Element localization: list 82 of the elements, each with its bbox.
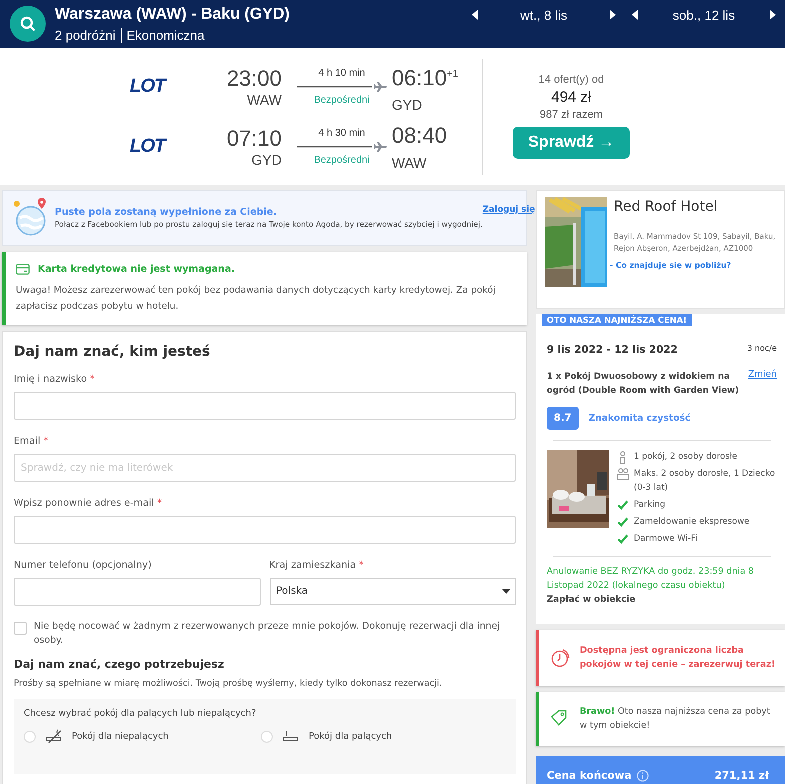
option-label: Pokój dla niepalących	[72, 732, 169, 742]
phone-field[interactable]	[14, 578, 260, 606]
total-label: Cena końcowa	[547, 770, 632, 782]
banner-title: Puste pola zostaną wypełnione za Ciebie.	[55, 207, 278, 218]
field-label: Wpisz ponownie adres e-mail *	[14, 498, 164, 509]
flight-duration: 4 h 30 min	[318, 128, 366, 140]
stay-dates: 9 lis 2022 - 12 lis 2022	[547, 344, 678, 356]
airport-code: WAW	[247, 92, 282, 108]
checkbox[interactable]	[14, 622, 27, 635]
travellers-label: 2 podróżni	[55, 28, 122, 42]
info-icon	[636, 770, 649, 782]
airport-code: GYD	[392, 97, 422, 114]
stops-label: Bezpośredni	[314, 95, 370, 106]
change-link[interactable]: Zmień	[748, 370, 777, 398]
search-icon[interactable]	[10, 6, 46, 42]
route-line-icon	[297, 81, 387, 94]
cancellation-text: Anulowanie BEZ RYZYKA do godz. 23:59 dnia 8 Listopad 2022 (lokalnego czasu obiektu)	[547, 566, 756, 593]
feature-text: Parking	[634, 499, 666, 512]
check-icon	[617, 499, 629, 512]
airline-logo: LOT	[130, 136, 168, 158]
caret-left-icon[interactable]	[471, 10, 479, 20]
date-label[interactable]: sob., 12 lis	[639, 8, 769, 22]
section-heading: Daj nam znać, czego potrzebujesz	[14, 658, 226, 671]
option-label: Pokój dla palących	[309, 732, 392, 742]
total-price: 987 zł razem	[540, 109, 603, 121]
feature-text: 1 pokój, 2 osoby dorosłe	[634, 451, 738, 464]
lowest-price-badge: OTO NASZA NAJNIŻSZA CENA!	[542, 314, 692, 326]
dropdown-caret-icon	[502, 589, 511, 594]
departure-time: 07:10	[226, 126, 282, 152]
login-link[interactable]: Zaloguj się	[482, 205, 536, 215]
check-icon	[617, 516, 629, 529]
radio-button[interactable]	[24, 730, 36, 742]
check-button[interactable]: Sprawdź →	[513, 127, 630, 159]
card-icon	[16, 264, 30, 275]
cabin-label: Ekonomiczna	[126, 28, 205, 42]
room-name: 1 x Pokój Dwuosobowy z widokiem na ogród (Double Room with Garden View)	[547, 371, 740, 398]
airline-logo: LOT	[130, 76, 168, 98]
airport-code: WAW	[392, 155, 427, 172]
check-icon	[617, 533, 629, 546]
feature-text: Zameldowanie ekspresowe	[634, 516, 750, 529]
form-heading: Daj nam znać, kim jesteś	[14, 344, 212, 360]
field-label: Numer telefonu (opcjonalny)	[14, 560, 153, 571]
radio-button[interactable]	[261, 730, 273, 742]
field-label: Email *	[14, 436, 50, 447]
no-smoking-icon	[46, 729, 62, 744]
checkbox-label: Nie będę nocować w żadnym z rezerwowanych przeze mnie pokojów. Dokonuję rezerwacji dla innej osoby.	[34, 620, 502, 648]
airport-code: GYD	[252, 152, 282, 168]
date-label[interactable]: wt., 8 lis	[479, 8, 609, 22]
alert-text: Dostępna jest ograniczona liczba pokojów w tej cenie – zarezerwuj teraz!	[580, 645, 776, 672]
score-label: Znakomita czystość	[588, 413, 691, 424]
clock-icon	[550, 648, 570, 668]
country-select[interactable]: Polska	[270, 578, 516, 605]
flight-duration: 4 h 10 min	[318, 68, 366, 80]
field-label: Imię i nazwisko *	[14, 374, 96, 385]
caret-right-icon[interactable]	[769, 10, 777, 20]
route-line-icon	[297, 141, 387, 154]
payment-label: Zapłać w obiekcie	[547, 595, 637, 605]
cigarette-icon	[283, 729, 299, 744]
people-icon	[617, 468, 629, 481]
flight-price: 494 zł	[551, 89, 592, 106]
question-label: Chcesz wybrać pokój dla palących lub niepalących?	[24, 709, 258, 719]
nights-label: 3 noc/e	[747, 344, 777, 355]
feature-text: Maks. 2 osoby dorosłe, 1 Dziecko (0-3 lat)	[634, 468, 776, 495]
hotel-name: Red Roof Hotel	[614, 199, 719, 215]
stops-label: Bezpośredni	[314, 155, 370, 166]
departure-time: 23:00	[226, 66, 282, 92]
arrival-time: 08:40	[392, 123, 448, 150]
offers-label: 14 ofert(y) od	[538, 74, 604, 86]
caret-left-icon[interactable]	[631, 10, 639, 20]
arrival-time: 06:10$^{+1}$	[392, 64, 458, 92]
feature-text: Darmowe Wi-Fi	[634, 533, 698, 546]
input-field[interactable]	[14, 392, 516, 420]
field-label: Kraj zamieszkania *	[270, 560, 365, 571]
route-title: Warszawa (WAW) - Baku (GYD)	[55, 6, 290, 24]
score-badge: 8.7	[547, 407, 579, 430]
input-field[interactable]	[14, 516, 516, 544]
notice-text: Uwaga! Możesz zarezerwować ten pokój bez podawania danych dotyczących karty kredytowej. Za pokój zapłacisz podczas pobytu w hotelu.	[16, 284, 497, 314]
caret-right-icon[interactable]	[609, 10, 617, 20]
total-amount: 271,11 zł	[714, 770, 769, 782]
section-note: Prośby są spełniane w miarę możliwości. Twoją prośbę wyślemy, kiedy tylko dokonasz rezerwacji.	[14, 679, 444, 689]
alert-text: Brawo! Oto nasza najniższa cena za pobyt w tym obiekcie!	[580, 706, 772, 733]
notice-title: Karta kredytowa nie jest wymagana.	[38, 264, 235, 275]
